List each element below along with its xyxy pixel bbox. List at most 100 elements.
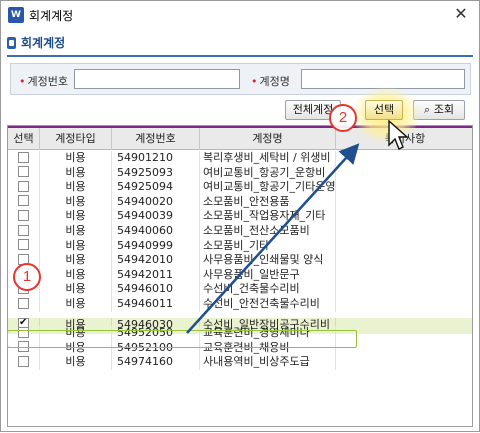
cell-note: [336, 297, 472, 312]
cell-note: [336, 209, 472, 224]
step-marker-2: 2: [329, 104, 357, 132]
cell-account-type: 비용: [40, 151, 112, 166]
cell-note: [336, 180, 472, 195]
row-checkbox[interactable]: [18, 297, 29, 309]
row-checkbox-cell[interactable]: [8, 194, 40, 210]
account-code-label: • 계정번호: [19, 75, 68, 88]
cell-account-name: 여비교통비_항공기_기타운영: [200, 180, 336, 195]
search-button[interactable]: ⌕ 조회: [413, 100, 465, 120]
cell-account-name: 사무용품비_일반문구: [200, 267, 336, 283]
cell-account-name: 사내용역비_비상주도급: [200, 355, 336, 370]
row-checkbox-cell[interactable]: [8, 209, 40, 224]
cell-account-type: 비용: [40, 209, 112, 224]
row-checkbox-cell[interactable]: [8, 355, 40, 370]
cell-account-code: 54974160: [112, 355, 200, 370]
account-name-label: • 계정명: [251, 75, 290, 88]
table-row[interactable]: 비용 54940020 소모품비_안전용품: [8, 194, 472, 210]
cell-account-type: 비용: [40, 224, 112, 239]
window-title: 회계계정: [29, 9, 74, 23]
cell-account-name: 사무용품비_인쇄물및 양식: [200, 253, 336, 268]
cell-account-name: 수선비_안전건축물수리비: [200, 297, 336, 312]
table-row[interactable]: 비용 54952100 교육훈련비_채용비: [8, 340, 472, 356]
row-checkbox-cell[interactable]: [8, 224, 40, 239]
row-checkbox[interactable]: [18, 166, 29, 178]
cell-account-name: 소모품비_안전용품: [200, 194, 336, 210]
cell-note: [336, 355, 472, 370]
cell-account-code: 54940039: [112, 209, 200, 224]
cell-account-code: 54901210: [112, 151, 200, 166]
table-row[interactable]: 비용 54925093 여비교통비_항공기_운항비: [8, 165, 472, 181]
table-row[interactable]: 비용 54925094 여비교통비_항공기_기타운영: [8, 180, 472, 195]
row-checkbox-cell[interactable]: [8, 238, 40, 254]
table-row[interactable]: 비용 54942010 사무용품비_인쇄물및 양식: [8, 253, 472, 268]
cell-account-name: 소모품비_기타: [200, 238, 336, 254]
table-row[interactable]: 비용 54942011 사무용품비_일반문구: [8, 267, 472, 283]
close-icon[interactable]: ✕: [451, 4, 471, 24]
row-checkbox-cell[interactable]: [8, 151, 40, 166]
cell-account-code: 54940999: [112, 238, 200, 254]
cell-account-code: 54925094: [112, 180, 200, 195]
row-checkbox[interactable]: [18, 151, 29, 163]
col-header-select[interactable]: 선택: [8, 128, 40, 150]
row-checkbox-cell[interactable]: [8, 165, 40, 181]
cell-account-type: 비용: [40, 180, 112, 195]
account-name-input[interactable]: [301, 69, 465, 89]
table-row[interactable]: 비용 54940039 소모품비_작업용자재_기타: [8, 209, 472, 224]
cell-account-name: 교육훈련비_채용비: [200, 340, 336, 356]
table-row[interactable]: 비용 54952050 교육훈련비_경영세미나: [8, 326, 472, 341]
header-divider: [7, 55, 473, 57]
cell-account-name: 복리후생비_세탁비 / 위생비: [200, 151, 336, 166]
page-bullet-icon: [7, 37, 16, 49]
row-checkbox-cell[interactable]: [8, 326, 40, 341]
table-row[interactable]: 비용 54901210 복리후생비_세탁비 / 위생비: [8, 151, 472, 166]
row-checkbox[interactable]: [18, 180, 29, 192]
cell-note: [336, 195, 472, 210]
table-row[interactable]: 비용 54946010 수선비_건축물수리비: [8, 282, 472, 297]
row-checkbox[interactable]: [18, 341, 29, 353]
table-row[interactable]: 비용 54974160 사내용역비_비상주도급: [8, 355, 472, 370]
cell-account-type: 비용: [40, 253, 112, 268]
cell-account-type: 비용: [40, 238, 112, 254]
row-checkbox-cell[interactable]: [8, 180, 40, 195]
col-header-type[interactable]: 계정타입: [40, 128, 112, 150]
cell-note: [336, 253, 472, 268]
table-row[interactable]: 비용 54940060 소모품비_전산소모품비: [8, 224, 472, 239]
cell-note: [336, 151, 472, 166]
cell-note: [336, 282, 472, 297]
step-marker-1: 1: [13, 263, 41, 291]
cell-account-type: 비용: [40, 165, 112, 181]
row-checkbox-cell[interactable]: [8, 297, 40, 312]
cell-account-name: 교육훈련비_경영세미나: [200, 326, 336, 341]
row-checkbox[interactable]: [18, 355, 29, 367]
cell-account-code: 54925093: [112, 165, 200, 181]
table-row[interactable]: 비용 54940999 소모품비_기타: [8, 238, 472, 254]
cell-account-name: 소모품비_작업용자재_기타: [200, 209, 336, 224]
row-checkbox[interactable]: [18, 209, 29, 221]
cell-account-type: 비용: [40, 282, 112, 297]
table-row[interactable]: 비용 54946011 수선비_안전건축물수리비: [8, 297, 472, 312]
cell-account-code: 54946011: [112, 297, 200, 312]
select-button-highlighted[interactable]: 선택: [365, 100, 403, 120]
title-bar: W 회계계정 ✕: [1, 1, 479, 29]
cell-account-type: 비용: [40, 340, 112, 356]
cell-note: [336, 326, 472, 341]
cell-account-code: 54942011: [112, 267, 200, 283]
row-checkbox[interactable]: [18, 239, 29, 251]
col-header-code[interactable]: 계정번호: [112, 128, 200, 150]
row-checkbox-cell[interactable]: [8, 340, 40, 356]
account-code-input[interactable]: [74, 69, 240, 89]
cell-account-type: 비용: [40, 267, 112, 283]
col-header-name[interactable]: 계정명: [200, 128, 336, 150]
cell-account-code: 54952100: [112, 340, 200, 356]
row-checkbox[interactable]: [18, 326, 29, 338]
row-checkbox[interactable]: [18, 195, 29, 207]
cell-note: [336, 341, 472, 356]
page-title: 회계계정: [21, 36, 66, 50]
cell-account-code: 54940060: [112, 224, 200, 239]
cell-note: [336, 268, 472, 283]
cell-note: [336, 224, 472, 239]
cell-account-type: 비용: [40, 355, 112, 370]
row-checkbox[interactable]: [18, 224, 29, 236]
cell-account-code: 54952050: [112, 326, 200, 341]
app-icon: W: [8, 7, 24, 23]
